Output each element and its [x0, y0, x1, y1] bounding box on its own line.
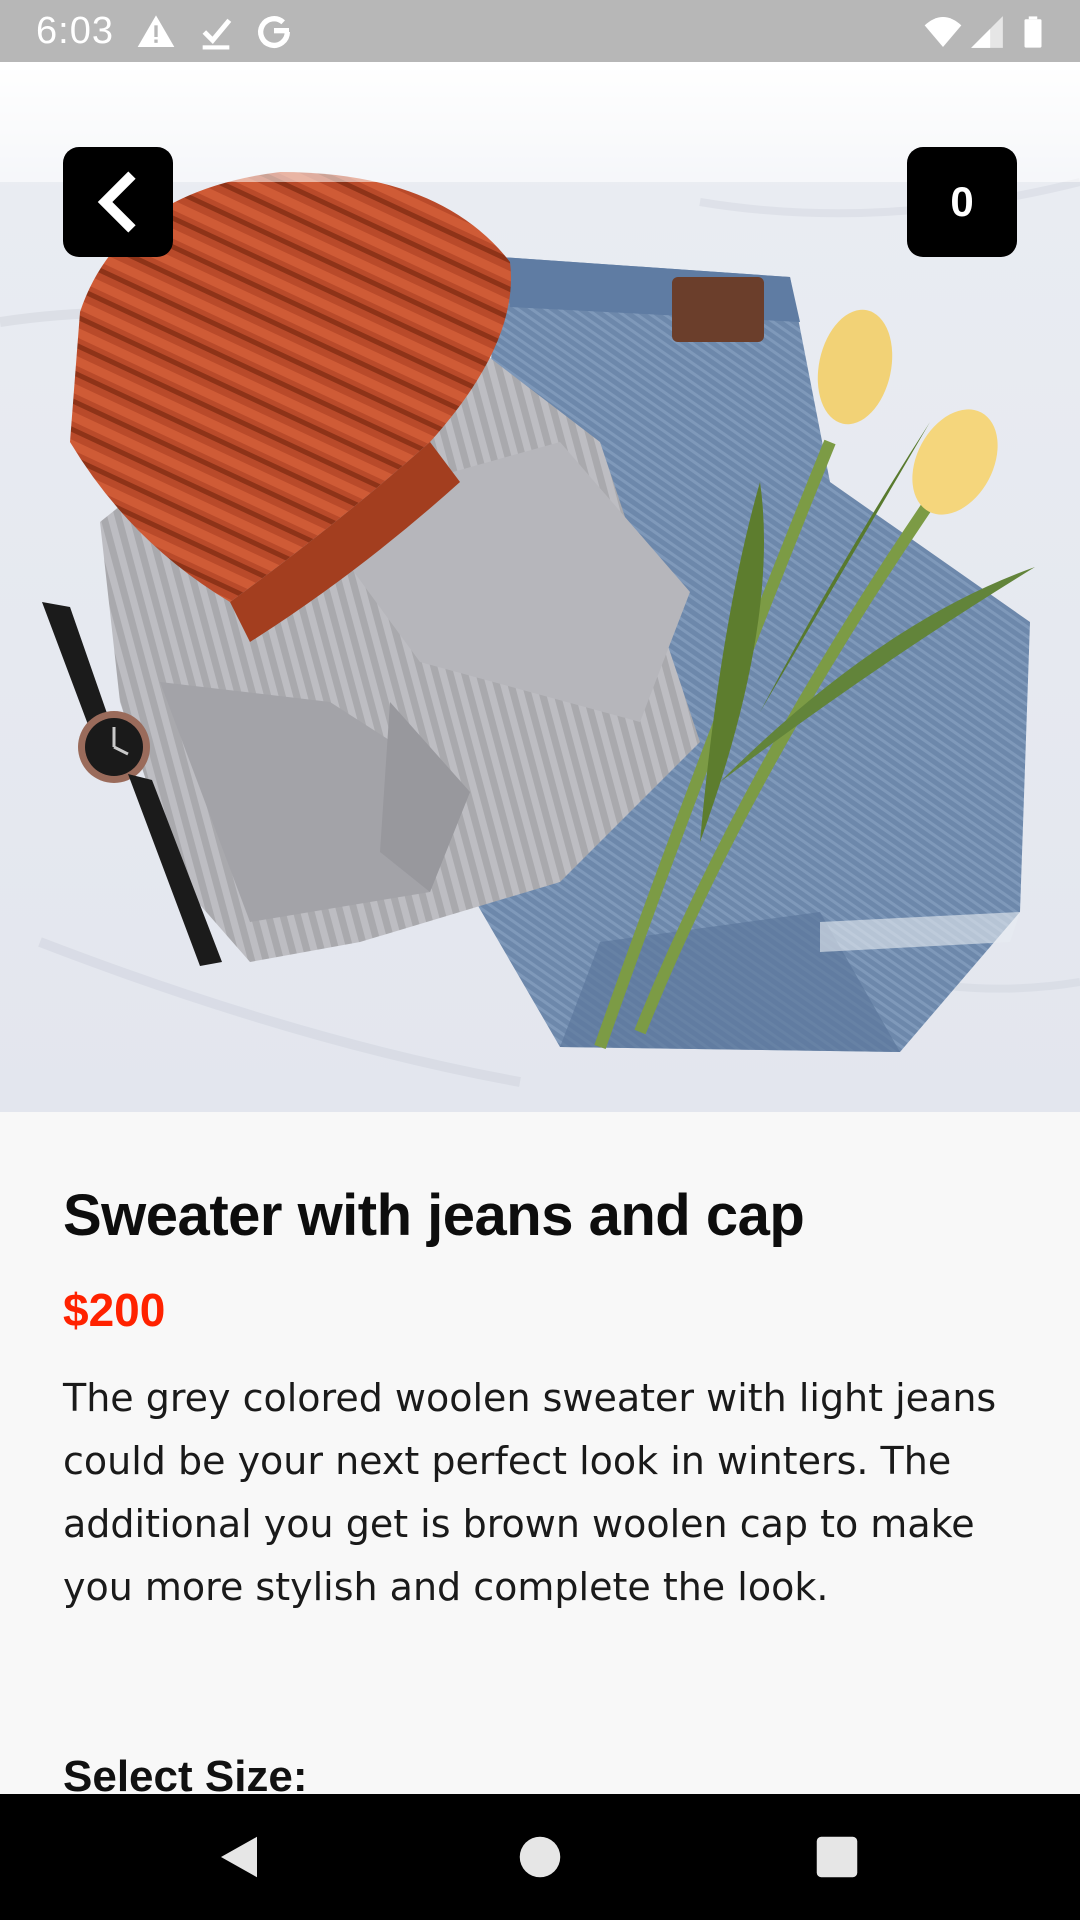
- download-done-icon: [196, 12, 236, 52]
- cell-signal-icon: [968, 12, 1006, 52]
- cart-count: 0: [950, 178, 974, 225]
- recents-square-icon[interactable]: [810, 1830, 864, 1884]
- product-description: The grey colored woolen sweater with lig…: [63, 1376, 997, 1609]
- product-title: Sweater with jeans and cap: [63, 1183, 805, 1248]
- back-triangle-icon[interactable]: [212, 1830, 266, 1884]
- status-bar: 6:03: [0, 0, 1080, 62]
- navigation-bar: [0, 1794, 1080, 1920]
- product-details: Sweater with jeans and cap $200 The grey…: [63, 1112, 1023, 1619]
- product-price: $200: [63, 1284, 166, 1336]
- wifi-icon: [920, 12, 966, 52]
- status-time: 6:03: [36, 10, 114, 52]
- battery-icon: [1016, 12, 1050, 52]
- warning-icon: [136, 12, 176, 52]
- google-icon: [254, 12, 294, 52]
- home-circle-icon[interactable]: [513, 1830, 567, 1884]
- chevron-left-icon: [97, 171, 136, 233]
- back-button[interactable]: [63, 147, 173, 257]
- cart-count-button[interactable]: 0: [907, 147, 1017, 257]
